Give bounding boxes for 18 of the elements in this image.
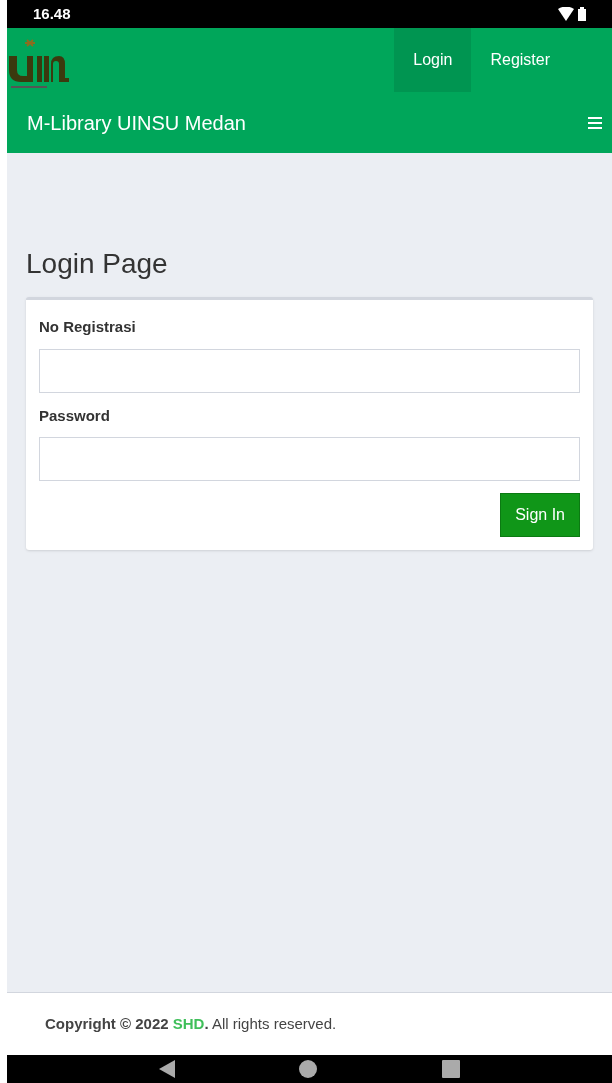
menu-icon[interactable] xyxy=(588,116,602,129)
field-label: Password xyxy=(39,405,111,426)
nav-link[interactable]: Login xyxy=(394,28,472,92)
copyright-text: Copyright © 2022 SHD. All rights reserved. xyxy=(45,1013,337,1034)
input-field[interactable] xyxy=(39,437,580,481)
field-label: No Registrasi xyxy=(39,317,137,337)
brand-title: M-Library UINSU Medan xyxy=(27,110,246,136)
page-title: Login Page xyxy=(26,247,169,281)
input-field[interactable] xyxy=(39,348,580,393)
wifi-icon xyxy=(558,7,574,21)
home-icon[interactable] xyxy=(299,1060,318,1078)
nav-link[interactable]: Register xyxy=(471,28,569,92)
clock-time: 16.48 xyxy=(33,3,71,24)
recents-icon[interactable] xyxy=(441,1060,460,1078)
sign-in-button[interactable]: Sign In xyxy=(500,493,580,537)
battery-icon xyxy=(578,7,586,21)
footer-link[interactable]: SHD xyxy=(172,1014,205,1032)
back-icon[interactable] xyxy=(159,1060,176,1078)
